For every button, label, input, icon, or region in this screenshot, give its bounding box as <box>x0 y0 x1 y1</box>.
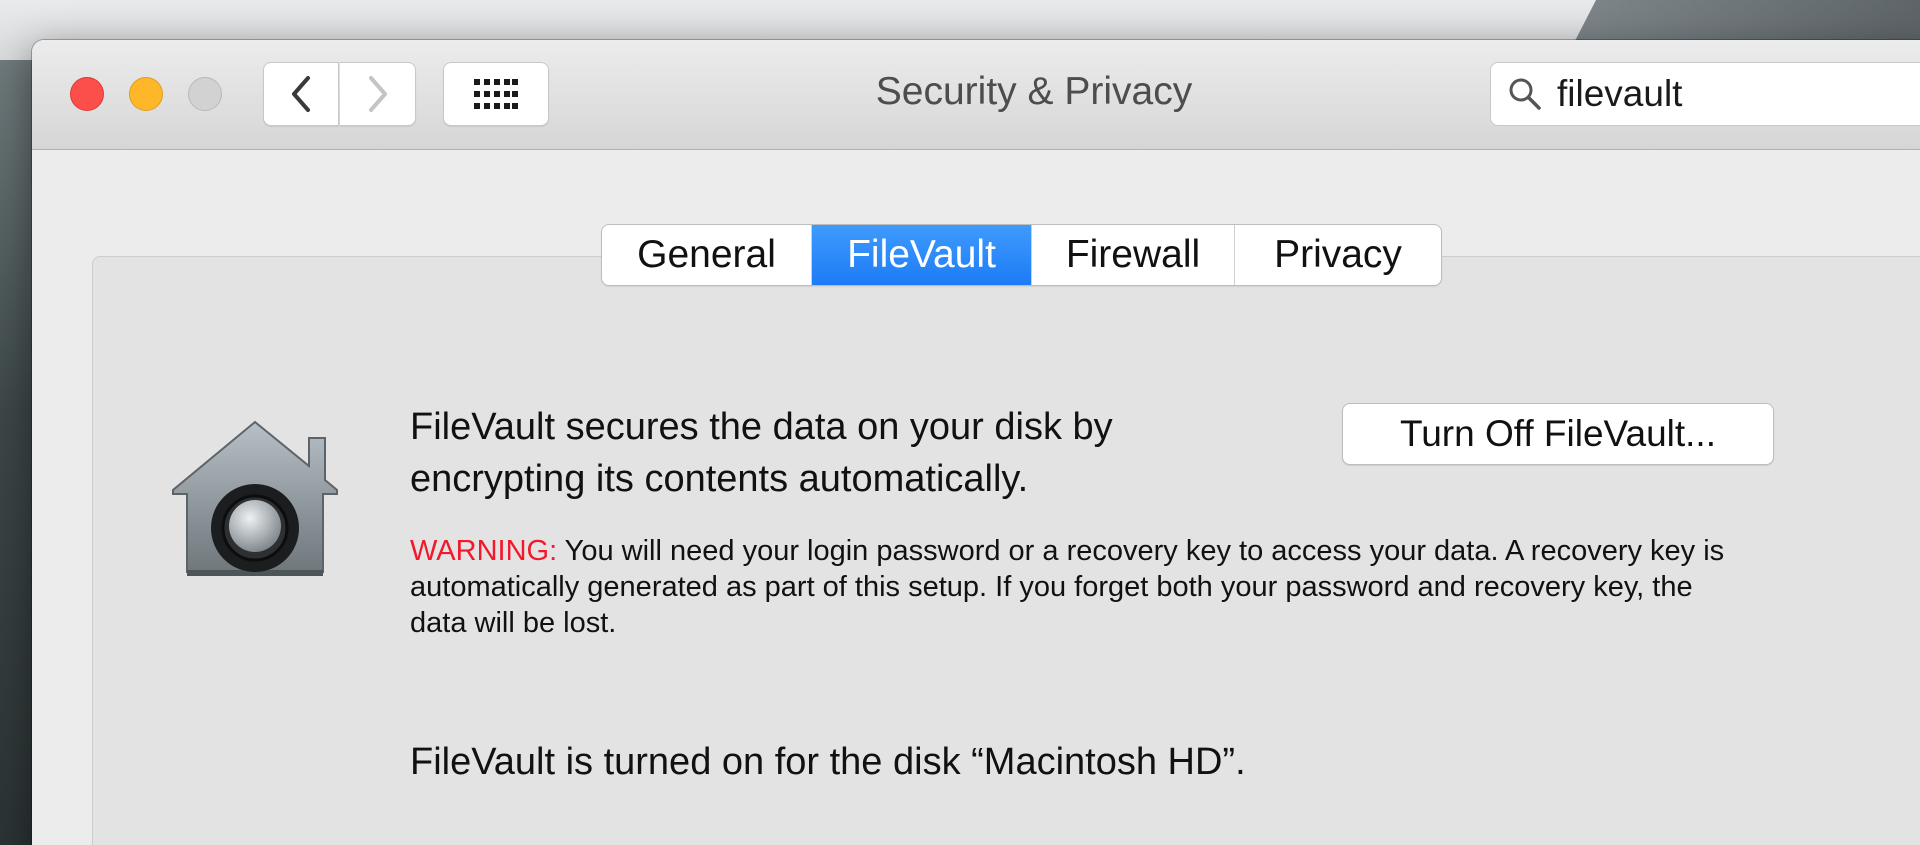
window-title-text: Security & Privacy <box>875 70 1193 113</box>
filevault-description: FileVault secures the data on your disk … <box>410 401 1190 505</box>
tab-firewall[interactable]: Firewall <box>1032 225 1235 285</box>
search-icon <box>1509 78 1541 110</box>
titlebar: Security & Privacy <box>32 40 1920 150</box>
tab-privacy[interactable]: Privacy <box>1235 225 1441 285</box>
tab-bar: General FileVault Firewall Privacy <box>601 224 1442 286</box>
filevault-house-icon <box>172 420 338 576</box>
description-line-2: encrypting its contents automatically. <box>410 458 1029 500</box>
tab-general[interactable]: General <box>602 225 812 285</box>
search-input[interactable] <box>1557 73 1877 115</box>
desktop-mountain <box>1574 0 1920 42</box>
tab-filevault[interactable]: FileVault <box>812 225 1032 285</box>
security-privacy-window: Security & Privacy General FileVault Fir… <box>32 40 1920 845</box>
warning-message: WARNING: You will need your login passwo… <box>410 533 1750 641</box>
warning-label: WARNING: <box>410 535 558 567</box>
turn-off-filevault-button[interactable]: Turn Off FileVault... <box>1342 403 1774 465</box>
description-line-1: FileVault secures the data on your disk … <box>410 406 1113 448</box>
warning-text: You will need your login password or a r… <box>410 535 1725 639</box>
preferences-content: General FileVault Firewall Privacy FileV… <box>32 151 1920 845</box>
desktop-trees <box>0 60 34 845</box>
search-field[interactable] <box>1490 62 1920 126</box>
filevault-status: FileVault is turned on for the disk “Mac… <box>410 741 1246 783</box>
